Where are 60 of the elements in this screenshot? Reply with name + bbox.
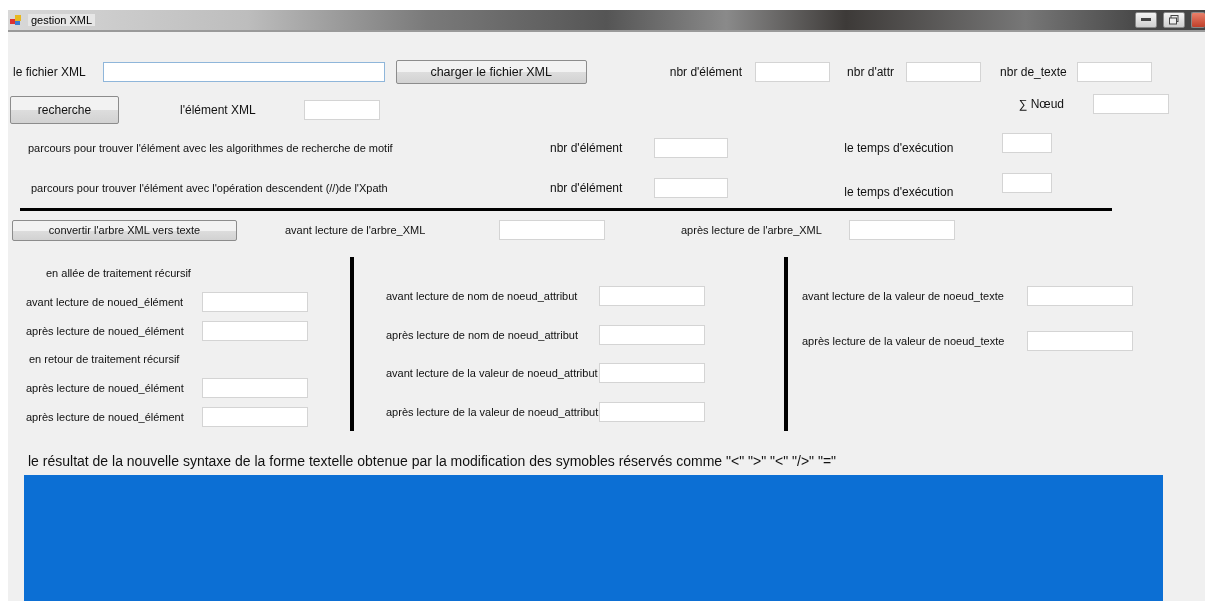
count-label: nbr d'élément: [669, 65, 743, 79]
field-label: avant lecture de la valeur de noeud_attribut: [385, 367, 599, 380]
app-icon: [10, 14, 22, 26]
result-label: le résultat de la nouvelle syntaxe de la forme textelle obtenue par la modification des symobles réservés comme "<" ">" "<" "/>" "=": [28, 453, 838, 469]
search-button[interactable]: recherche: [10, 96, 119, 124]
value-field[interactable]: [202, 292, 308, 312]
convert-button[interactable]: convertir l'arbre XML vers texte: [12, 219, 237, 241]
value-field[interactable]: [202, 406, 308, 427]
file-path-field[interactable]: [102, 62, 385, 82]
section-heading: en allée de traitement récursif: [45, 267, 191, 280]
field-label: après lecture de nom de noeud_attribut: [385, 328, 580, 341]
close-button[interactable]: [1191, 12, 1205, 28]
field-label: avant lecture de noued_élément: [25, 296, 185, 308]
total-nodes-field[interactable]: [1093, 94, 1169, 114]
field-label: l'élément XML: [180, 103, 256, 117]
section-heading: en retour de traitement récursif: [28, 353, 180, 366]
field-label: avant lecture de l'arbre_XML: [285, 224, 427, 236]
restore-icon: [1169, 15, 1179, 25]
total-nodes-label: ∑ Nœud: [1018, 97, 1064, 111]
value-field[interactable]: [599, 363, 705, 384]
element-field[interactable]: [303, 100, 380, 120]
count-field[interactable]: [1076, 62, 1152, 82]
count-field[interactable]: [906, 62, 982, 82]
field-label: après lecture de noued_élément: [25, 324, 185, 337]
load-file-button[interactable]: charger le fichier XML: [395, 60, 587, 84]
value-field[interactable]: [599, 324, 705, 345]
value-field[interactable]: [202, 378, 308, 398]
count-label: nbr d'élément: [550, 141, 623, 155]
field-label: après lecture de noued_élément: [25, 410, 185, 423]
after-tree-field[interactable]: [849, 220, 955, 240]
count-field[interactable]: [755, 62, 831, 82]
count-label: nbr d'attr: [847, 65, 895, 79]
time-field[interactable]: [1002, 133, 1053, 153]
value-field[interactable]: [1027, 330, 1133, 351]
time-label: le temps d'exécution: [844, 141, 955, 155]
before-tree-field[interactable]: [499, 220, 605, 240]
field-label: avant lecture de nom de noeud_attribut: [385, 290, 579, 303]
count-field[interactable]: [654, 178, 729, 198]
value-field[interactable]: [1027, 285, 1133, 306]
field-label: après lecture de noued_élément: [25, 382, 185, 394]
field-label: avant lecture de la valeur de noeud_texte: [801, 289, 1005, 302]
field-label: le fichier XML: [13, 65, 86, 79]
minimize-icon: [1141, 18, 1151, 22]
value-field[interactable]: [599, 401, 705, 422]
traversal-label: parcours pour trouver l'élément avec les algorithmes de recherche de motif: [28, 142, 394, 154]
traversal-label: parcours pour trouver l'élément avec l'opération descendent (//)de l'Xpath: [31, 182, 389, 194]
result-output-area[interactable]: [24, 475, 1163, 601]
time-label: le temps d'exécution: [844, 185, 955, 199]
restore-button[interactable]: [1163, 12, 1185, 28]
field-label: après lecture de l'arbre_XML: [681, 224, 823, 236]
field-label: après lecture de la valeur de noeud_texte: [801, 334, 1006, 347]
count-label: nbr d'élément: [550, 181, 623, 195]
minimize-button[interactable]: [1135, 12, 1157, 28]
value-field[interactable]: [202, 320, 308, 341]
count-field[interactable]: [654, 138, 729, 158]
value-field[interactable]: [599, 286, 705, 307]
count-label: nbr de_texte: [1000, 65, 1067, 79]
time-field[interactable]: [1002, 173, 1053, 193]
window-title: gestion XML: [28, 14, 96, 26]
field-label: après lecture de la valeur de noeud_attribut: [385, 405, 599, 418]
